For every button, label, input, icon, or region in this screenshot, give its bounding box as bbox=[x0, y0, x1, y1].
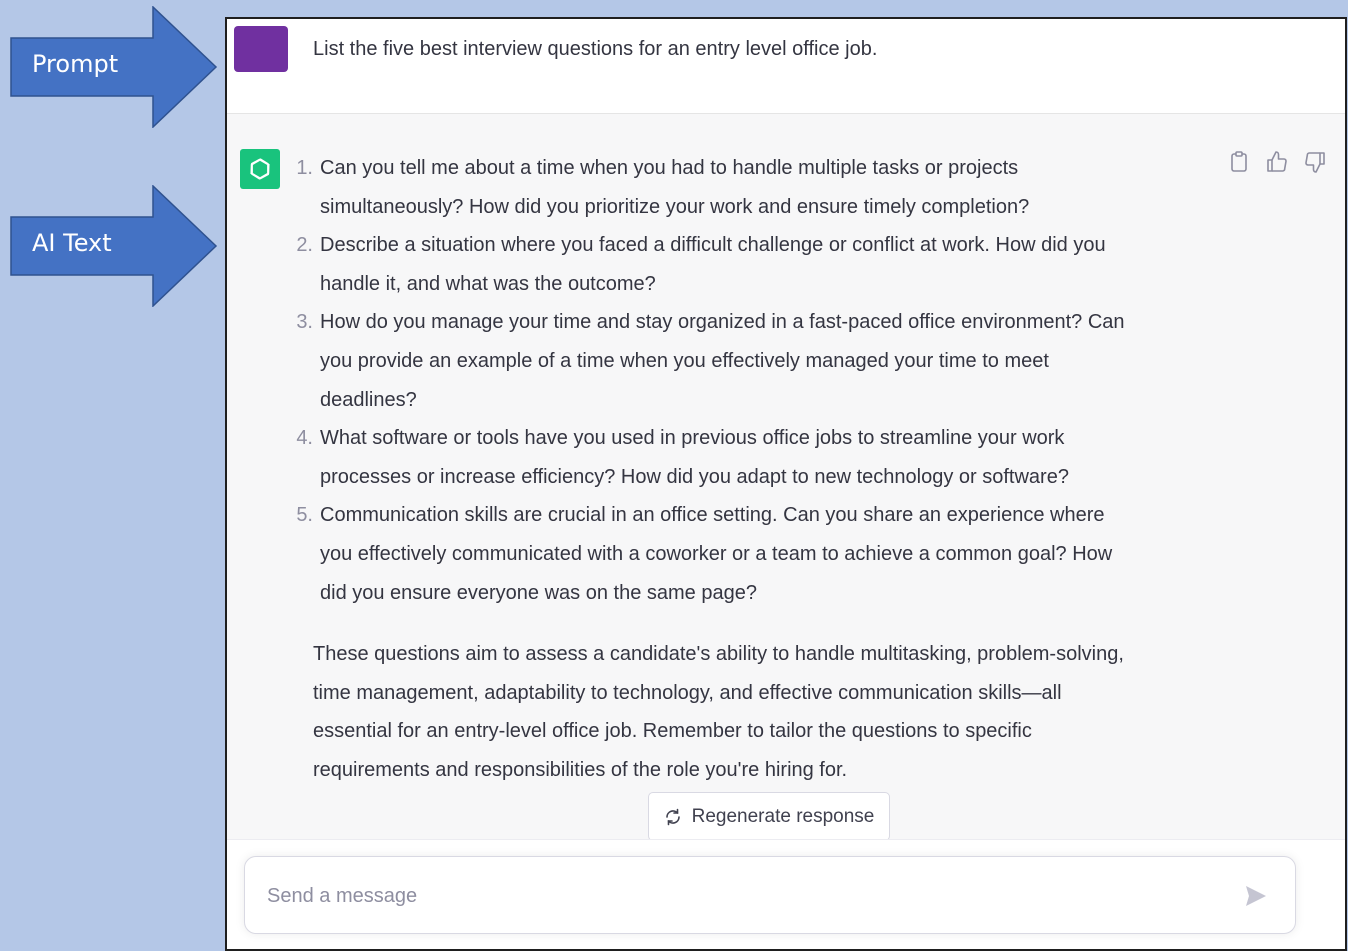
list-number: 4. bbox=[296, 427, 313, 450]
prompt-callout-label: Prompt bbox=[32, 50, 119, 78]
openai-logo-icon bbox=[240, 149, 280, 189]
list-item: 3. How do you manage your time and stay … bbox=[289, 303, 1209, 419]
list-number: 1. bbox=[296, 157, 313, 179]
summary-line: requirements and responsibilities of the… bbox=[313, 758, 848, 781]
list-number: 2. bbox=[296, 234, 313, 257]
list-item: 1. Can you tell me about a time when you… bbox=[289, 149, 1209, 226]
thumbs-up-icon[interactable] bbox=[1265, 150, 1289, 174]
refresh-icon bbox=[665, 808, 680, 825]
list-line: you provide an example of a time when yo… bbox=[320, 349, 1049, 372]
list-line: Describe a situation where you faced a d… bbox=[320, 234, 1106, 257]
user-message-text: List the five best interview questions f… bbox=[313, 38, 878, 60]
regenerate-response-button[interactable]: Regenerate response bbox=[648, 792, 890, 841]
message-input[interactable] bbox=[265, 875, 1229, 917]
list-line: How do you manage your time and stay org… bbox=[320, 311, 1125, 334]
thumbs-down-icon[interactable] bbox=[1303, 150, 1327, 174]
assistant-summary: These questions aim to assess a candidat… bbox=[313, 635, 1223, 789]
summary-line: essential for an entry-level office job.… bbox=[313, 720, 1032, 743]
list-line: Can you tell me about a time when you ha… bbox=[320, 157, 1019, 179]
list-line: deadlines? bbox=[320, 388, 417, 411]
regenerate-label: Regenerate response bbox=[691, 805, 875, 827]
list-item: 4. What software or tools have you used … bbox=[289, 419, 1209, 496]
list-line: you effectively communicated with a cowo… bbox=[320, 542, 1113, 565]
list-line: processes or increase efficiency? How di… bbox=[320, 465, 1069, 488]
message-input-box bbox=[244, 856, 1296, 934]
message-actions bbox=[1227, 150, 1327, 174]
summary-line: These questions aim to assess a candidat… bbox=[313, 643, 1124, 665]
clipboard-icon[interactable] bbox=[1227, 150, 1251, 174]
list-line: What software or tools have you used in … bbox=[320, 427, 1065, 450]
list-item: 2. Describe a situation where you faced … bbox=[289, 226, 1209, 303]
ai-text-callout-label: AI Text bbox=[32, 229, 112, 257]
user-message-row: List the five best interview questions f… bbox=[227, 19, 1345, 114]
prompt-callout-arrow: Prompt bbox=[10, 6, 218, 128]
list-number: 3. bbox=[296, 311, 313, 334]
user-avatar bbox=[234, 26, 288, 72]
list-line: did you ensure everyone was on the same … bbox=[320, 581, 757, 604]
list-line: handle it, and what was the outcome? bbox=[320, 272, 656, 295]
chat-window: List the five best interview questions f… bbox=[225, 17, 1347, 951]
send-icon[interactable] bbox=[1243, 883, 1269, 909]
list-line: Communication skills are crucial in an o… bbox=[320, 504, 1105, 527]
assistant-message-row: 1. Can you tell me about a time when you… bbox=[227, 114, 1345, 839]
ai-text-callout-arrow: AI Text bbox=[10, 185, 218, 307]
summary-line: time management, adaptability to technol… bbox=[313, 681, 1062, 704]
list-item: 5. Communication skills are crucial in a… bbox=[289, 496, 1209, 612]
list-line: simultaneously? How did you prioritize y… bbox=[320, 195, 1030, 218]
list-number: 5. bbox=[296, 504, 313, 527]
interview-questions-list: 1. Can you tell me about a time when you… bbox=[289, 149, 1209, 612]
composer-area bbox=[227, 839, 1345, 949]
